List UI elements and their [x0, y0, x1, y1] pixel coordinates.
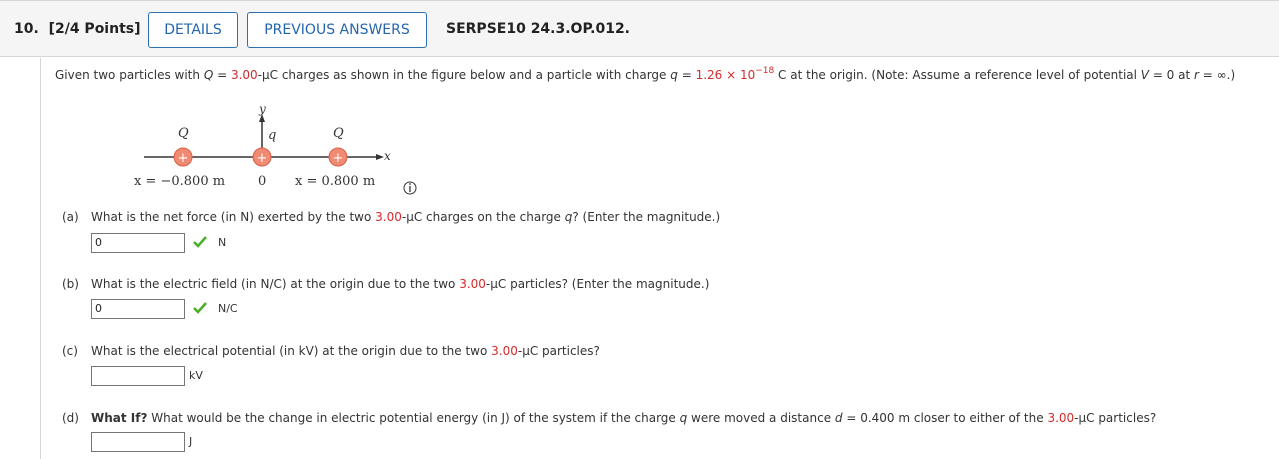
part-d-answer-field[interactable]	[91, 432, 185, 452]
origin-charge-sign: +	[257, 151, 268, 166]
left-charge-sign: +	[178, 151, 189, 166]
right-position-label: x = 0.800 m	[295, 174, 375, 189]
question-header: 10. [2/4 Points] DETAILS PREVIOUS ANSWER…	[0, 0, 1279, 57]
center-charge-label: q	[268, 128, 276, 143]
problem-code: SERPSE10 24.3.OP.012.	[446, 21, 631, 37]
part-a-answer-field[interactable]: 0	[91, 233, 185, 253]
charges-figure: y x + + + Q q Q x = −0.800 m 0 x = 0.800…	[134, 102, 417, 195]
y-axis-label: y	[258, 102, 266, 116]
origin-label: 0	[258, 174, 266, 189]
part-a-question: (a) What is the net force (in N) exerted …	[62, 210, 721, 224]
part-a-unit: N	[218, 236, 227, 249]
part-b-unit: N/C	[218, 302, 238, 315]
part-b-question: (b) What is the electric field (in N/C) a…	[62, 277, 710, 291]
problem-statement: Given two particles with Q = 3.00-µC cha…	[55, 66, 1236, 83]
left-charge-label: Q	[178, 126, 189, 141]
part-d-question: (d) What If? What would be the change in …	[62, 411, 1157, 425]
x-axis-label: x	[384, 149, 391, 163]
part-c-answer-field[interactable]	[91, 366, 185, 386]
info-icon[interactable]	[403, 181, 417, 195]
correct-check-icon	[193, 236, 207, 248]
part-b-answer-field[interactable]: 0	[91, 299, 185, 319]
question-number: 10. [2/4 Points]	[14, 21, 141, 37]
left-position-label: x = −0.800 m	[134, 174, 225, 189]
details-button[interactable]: DETAILS	[148, 12, 238, 48]
part-d-unit: J	[189, 435, 193, 448]
previous-answers-button[interactable]: PREVIOUS ANSWERS	[247, 12, 427, 48]
part-c-question: (c) What is the electrical potential (in …	[62, 344, 600, 358]
right-charge-label: Q	[333, 126, 344, 141]
correct-check-icon	[193, 302, 207, 314]
x-axis-arrow	[376, 154, 384, 160]
right-charge-sign: +	[333, 151, 344, 166]
part-c-unit: kV	[189, 369, 203, 382]
